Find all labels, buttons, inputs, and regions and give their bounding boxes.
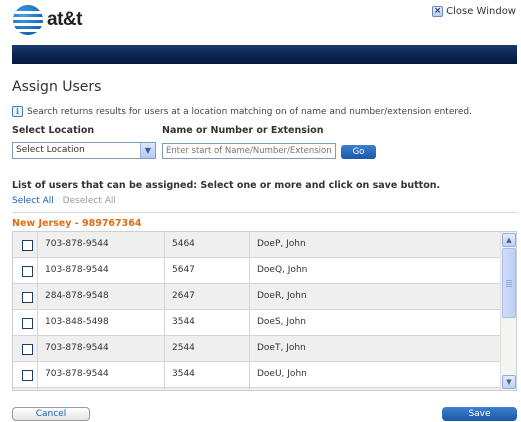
info-text: Search returns results for users at a lo…: [27, 106, 472, 117]
user-name: DoeS, John: [249, 310, 502, 336]
info-message: i Search returns results for users at a …: [12, 106, 472, 117]
user-number: [37, 388, 164, 390]
user-extension: 2647: [164, 284, 249, 310]
close-window-link[interactable]: × Close Window: [432, 6, 516, 17]
save-button[interactable]: Save: [442, 407, 517, 421]
scroll-down-icon[interactable]: ▼: [502, 375, 516, 389]
user-extension: 3544: [164, 362, 249, 388]
logo-text: at&t: [47, 9, 82, 30]
row-checkbox[interactable]: [22, 318, 33, 329]
scroll-up-icon[interactable]: ▲: [502, 233, 516, 247]
user-extension: [164, 388, 249, 390]
page-title: Assign Users: [12, 79, 102, 95]
divider: [12, 212, 517, 213]
table-row: 103-878-9544 5647 DoeQ, John: [13, 258, 502, 284]
row-checkbox[interactable]: [22, 240, 33, 251]
user-name: DoeQ, John: [249, 258, 502, 284]
row-checkbox[interactable]: [22, 292, 33, 303]
user-name: DoeP, John: [249, 232, 502, 258]
list-heading: List of users that can be assigned: Sele…: [12, 180, 441, 191]
scrollbar-thumb[interactable]: [502, 248, 516, 318]
location-label: Select Location: [12, 125, 95, 136]
user-extension: 3544: [164, 310, 249, 336]
go-button[interactable]: Go: [341, 145, 376, 159]
table-row: [13, 388, 502, 390]
users-table-rows: 703-878-9544 5464 DoeP, John 103-878-954…: [13, 232, 502, 390]
att-logo: at&t: [13, 4, 82, 36]
user-number: 284-878-9548: [37, 284, 164, 310]
user-number: 703-878-9544: [37, 232, 164, 258]
header-bar: [12, 45, 517, 64]
row-checkbox[interactable]: [22, 266, 33, 277]
user-extension: 5647: [164, 258, 249, 284]
user-name: DoeU, John: [249, 362, 502, 388]
location-select-value: Select Location: [16, 145, 85, 155]
row-checkbox[interactable]: [22, 344, 33, 355]
cancel-button[interactable]: Cancel: [12, 407, 90, 421]
user-name: DoeR, John: [249, 284, 502, 310]
user-number: 703-878-9544: [37, 336, 164, 362]
table-scrollbar[interactable]: ▲ ▼: [500, 232, 516, 390]
user-number: 703-878-9544: [37, 362, 164, 388]
globe-icon: [13, 5, 43, 35]
deselect-all-link[interactable]: Deselect All: [63, 196, 116, 206]
select-all-link[interactable]: Select All: [12, 196, 54, 206]
close-window-label: Close Window: [446, 6, 516, 17]
user-name: DoeT, John: [249, 336, 502, 362]
name-number-input[interactable]: [162, 143, 336, 159]
user-number: 103-878-9544: [37, 258, 164, 284]
info-icon: i: [12, 106, 23, 117]
user-name: [249, 388, 502, 390]
table-row: 703-878-9544 3544 DoeU, John: [13, 362, 502, 388]
user-number: 103-848-5498: [37, 310, 164, 336]
name-number-label: Name or Number or Extension: [162, 125, 324, 136]
user-extension: 5464: [164, 232, 249, 258]
user-extension: 2544: [164, 336, 249, 362]
table-row: 703-878-9544 5464 DoeP, John: [13, 232, 502, 258]
location-group-title: New Jersey - 989767364: [12, 218, 142, 229]
users-table: 703-878-9544 5464 DoeP, John 103-878-954…: [12, 231, 517, 391]
location-select[interactable]: Select Location ▼: [12, 142, 156, 159]
close-x-icon: ×: [432, 6, 444, 17]
row-checkbox[interactable]: [22, 370, 33, 381]
selection-links: Select All Deselect All: [12, 196, 116, 206]
chevron-down-icon[interactable]: ▼: [140, 143, 155, 158]
table-row: 703-878-9544 2544 DoeT, John: [13, 336, 502, 362]
table-row: 284-878-9548 2647 DoeR, John: [13, 284, 502, 310]
table-row: 103-848-5498 3544 DoeS, John: [13, 310, 502, 336]
